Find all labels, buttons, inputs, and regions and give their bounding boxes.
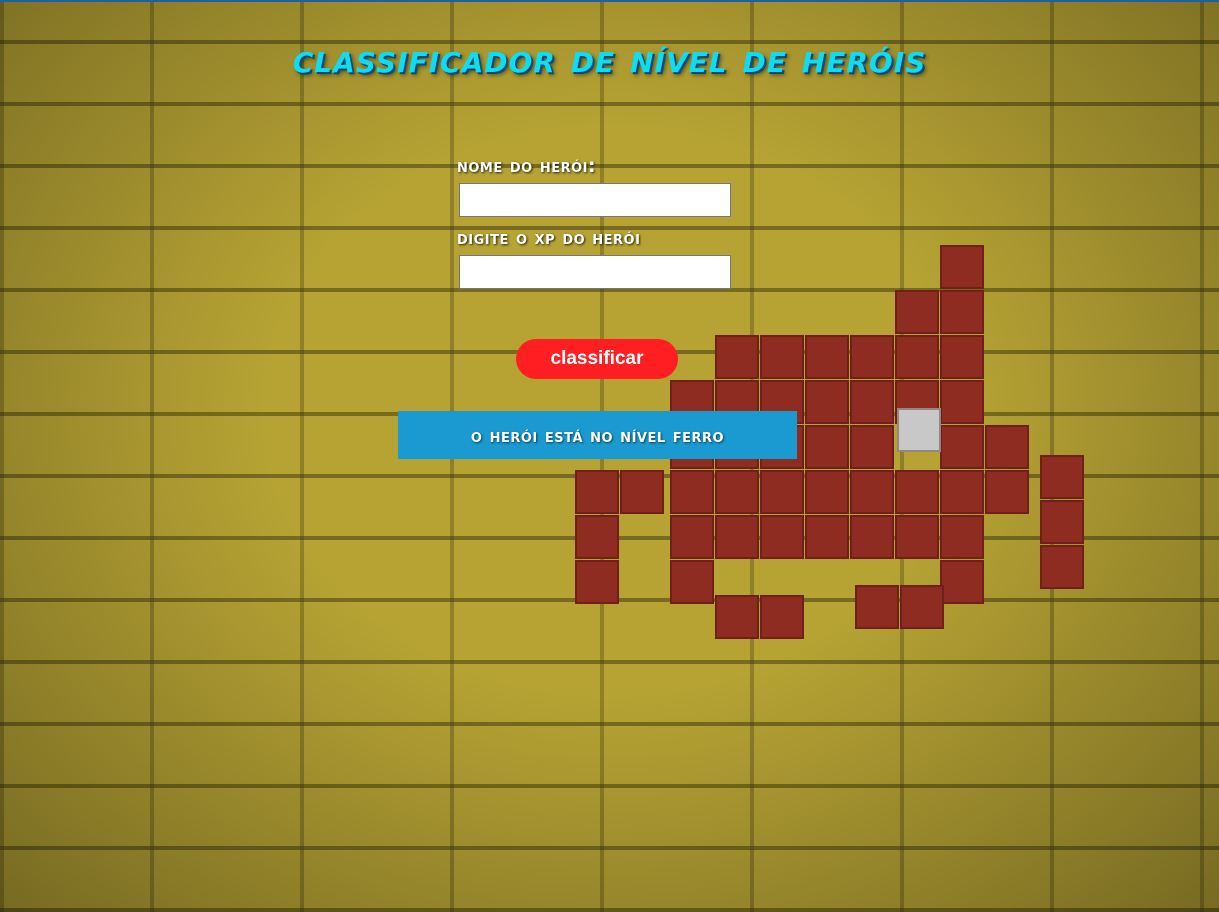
hero-xp-label: DIGITE O XP DO HERÓI	[457, 227, 641, 249]
page-title: CLASSIFICADOR DE NÍVEL DE HERÓIS	[292, 36, 927, 82]
result-banner: O HERÓI ESTÁ NO NÍVEL FERRO	[398, 411, 797, 459]
hero-name-label: NOME DO HERÓI:	[457, 155, 597, 177]
top-border	[0, 0, 1219, 2]
hero-form: NOME DO HERÓI: DIGITE O XP DO HERÓI	[457, 155, 737, 299]
classify-button[interactable]: classificar	[516, 339, 678, 379]
hero-xp-input[interactable]	[459, 255, 731, 289]
hero-name-input[interactable]	[459, 183, 731, 217]
